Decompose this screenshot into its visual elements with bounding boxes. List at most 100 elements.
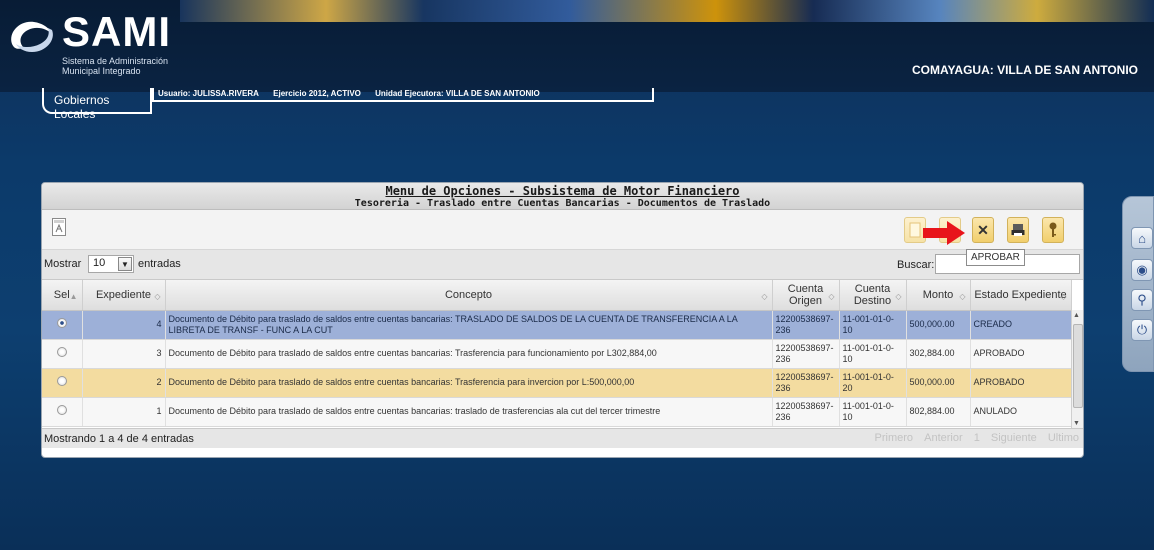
- side-dock: ⌂ ◉ ⚲ ⏻: [1122, 196, 1154, 372]
- header-label: Concepto: [444, 288, 493, 301]
- expediente-cell: 1: [82, 397, 166, 427]
- panel-subtitle: Tesoreria - Traslado entre Cuentas Banca…: [354, 198, 771, 209]
- session-info-bar: Usuario: JULISSA.RIVERA Ejercicio 2012, …: [152, 88, 654, 102]
- monto-cell: 500,000.00: [906, 310, 971, 340]
- column-header-estado[interactable]: Estado Expediente ◇: [970, 280, 1072, 311]
- column-header-sel[interactable]: Sel ▲: [42, 280, 83, 311]
- ribbon-icon: ⚲: [1137, 292, 1147, 307]
- documents-table-wrap: Sel ▲ Expediente ◇ Concepto ◇ Cuenta Origen…: [42, 280, 1083, 429]
- sort-icon: ◇: [828, 292, 835, 301]
- concepto-cell: Documento de Débito para traslado de sal…: [165, 310, 773, 340]
- red-arrow-pointer: [923, 221, 965, 245]
- cuenta-origen-cell: 12200538697-236: [772, 368, 840, 398]
- cuenta-destino-cell: 11-001-01-0-20: [839, 368, 907, 398]
- monto-cell: 802,884.00: [906, 397, 971, 427]
- header-label: Estado Expediente: [974, 288, 1067, 301]
- tab-gobiernos-locales[interactable]: Gobiernos Locales: [42, 88, 152, 121]
- estado-cell: ANULADO: [970, 397, 1072, 427]
- header-label: Cuenta Destino: [853, 282, 892, 307]
- exercise-label: Ejercicio 2012, ACTIVO: [273, 89, 361, 98]
- column-header-monto[interactable]: Monto ◇: [906, 280, 971, 311]
- show-label: Mostrar: [44, 258, 82, 270]
- power-icon: ⏻: [1136, 322, 1148, 337]
- print-icon: [1011, 224, 1025, 236]
- cuenta-destino-cell: 11-001-01-0-10: [839, 397, 907, 427]
- pager-next[interactable]: Siguiente: [991, 432, 1037, 444]
- cuenta-destino-cell: 11-001-01-0-10: [839, 310, 907, 340]
- unit-label: Unidad Ejecutora: VILLA DE SAN ANTONIO: [375, 89, 540, 98]
- logo-subtitle: Sistema de Administración Municipal Inte…: [62, 56, 168, 76]
- table-row[interactable]: 4 Documento de Débito para traslado de s…: [42, 310, 1072, 340]
- row-radio[interactable]: [56, 405, 67, 415]
- pager-page-1[interactable]: 1: [974, 432, 980, 444]
- estado-cell: CREADO: [970, 310, 1072, 340]
- search-label: Buscar:: [897, 259, 935, 271]
- table-controls: Mostrar 10 ▼ entradas Buscar:: [42, 250, 1083, 280]
- panel-title: Menu de Opciones - Subsistema de Motor F…: [385, 184, 740, 198]
- cuenta-destino-cell: 11-001-01-0-10: [839, 339, 907, 369]
- header-label: Sel: [53, 288, 70, 301]
- key-button[interactable]: [1042, 217, 1064, 243]
- row-select-cell: [42, 397, 83, 427]
- panel-header: Menu de Opciones - Subsistema de Motor F…: [42, 183, 1083, 210]
- pagination: Primero Anterior 1 Siguiente Ultimo: [867, 432, 1079, 444]
- sort-icon: ◇: [1060, 292, 1067, 301]
- header-label: Cuenta Origen: [787, 282, 824, 307]
- logo-subtitle-line-2: Municipal Integrado: [62, 66, 141, 76]
- pdf-export-icon[interactable]: [52, 218, 66, 236]
- home-button[interactable]: ⌂: [1131, 227, 1153, 249]
- eye-icon: ◉: [1136, 262, 1148, 277]
- sort-icon: ◇: [959, 292, 966, 301]
- home-icon: ⌂: [1138, 230, 1146, 246]
- key-icon: [1049, 222, 1057, 237]
- approve-button[interactable]: ✕: [972, 217, 994, 243]
- pager-previous[interactable]: Anterior: [924, 432, 963, 444]
- sort-icon: ◇: [761, 292, 768, 301]
- sort-icon: ◇: [154, 292, 161, 301]
- column-header-concepto[interactable]: Concepto ◇: [165, 280, 773, 311]
- cuenta-origen-cell: 12200538697-236: [772, 397, 840, 427]
- documents-table: Sel ▲ Expediente ◇ Concepto ◇ Cuenta Origen…: [42, 280, 1072, 427]
- logout-button[interactable]: ⏻: [1131, 319, 1153, 341]
- user-label: Usuario: JULISSA.RIVERA: [158, 89, 259, 98]
- pager-first[interactable]: Primero: [875, 432, 914, 444]
- table-scrollbar[interactable]: ▲ ▼: [1071, 310, 1083, 429]
- table-row[interactable]: 1 Documento de Débito para traslado de s…: [42, 397, 1072, 427]
- cuenta-origen-cell: 12200538697-236: [772, 339, 840, 369]
- pager-last[interactable]: Ultimo: [1048, 432, 1079, 444]
- estado-cell: APROBADO: [970, 339, 1072, 369]
- row-radio[interactable]: [56, 376, 67, 386]
- table-footer: Mostrando 1 a 4 de 4 entradas Primero An…: [42, 428, 1083, 448]
- logo-subtitle-line-1: Sistema de Administración: [62, 56, 169, 66]
- row-radio[interactable]: [56, 318, 67, 328]
- table-row[interactable]: 3 Documento de Débito para traslado de s…: [42, 339, 1072, 369]
- row-select-cell: [42, 310, 83, 340]
- page-size-select[interactable]: 10 ▼: [88, 255, 134, 273]
- ribbon-button[interactable]: ⚲: [1131, 289, 1153, 311]
- view-button[interactable]: ◉: [1131, 259, 1153, 281]
- expediente-cell: 2: [82, 368, 166, 398]
- banner-image: [180, 0, 1154, 22]
- row-select-cell: [42, 339, 83, 369]
- concepto-cell: Documento de Débito para traslado de sal…: [165, 339, 773, 369]
- toolbar: ✕: [42, 210, 1083, 250]
- row-radio[interactable]: [56, 347, 67, 357]
- monto-cell: 500,000.00: [906, 368, 971, 398]
- print-button[interactable]: [1007, 217, 1029, 243]
- estado-cell: APROBADO: [970, 368, 1072, 398]
- expediente-cell: 3: [82, 339, 166, 369]
- scroll-up-icon[interactable]: ▲: [1073, 312, 1080, 319]
- sort-icon: ◇: [895, 292, 902, 301]
- pagination-info: Mostrando 1 a 4 de 4 entradas: [44, 433, 194, 445]
- scroll-thumb[interactable]: [1073, 324, 1083, 408]
- cuenta-origen-cell: 12200538697-236: [772, 310, 840, 340]
- row-select-cell: [42, 368, 83, 398]
- monto-cell: 302,884.00: [906, 339, 971, 369]
- column-header-expediente[interactable]: Expediente ◇: [82, 280, 166, 311]
- table-row[interactable]: 2 Documento de Débito para traslado de s…: [42, 368, 1072, 398]
- column-header-cuenta-origen[interactable]: Cuenta Origen ◇: [772, 280, 840, 311]
- expediente-cell: 4: [82, 310, 166, 340]
- concepto-cell: Documento de Débito para traslado de sal…: [165, 368, 773, 398]
- scroll-down-icon[interactable]: ▼: [1073, 420, 1080, 427]
- column-header-cuenta-destino[interactable]: Cuenta Destino ◇: [839, 280, 907, 311]
